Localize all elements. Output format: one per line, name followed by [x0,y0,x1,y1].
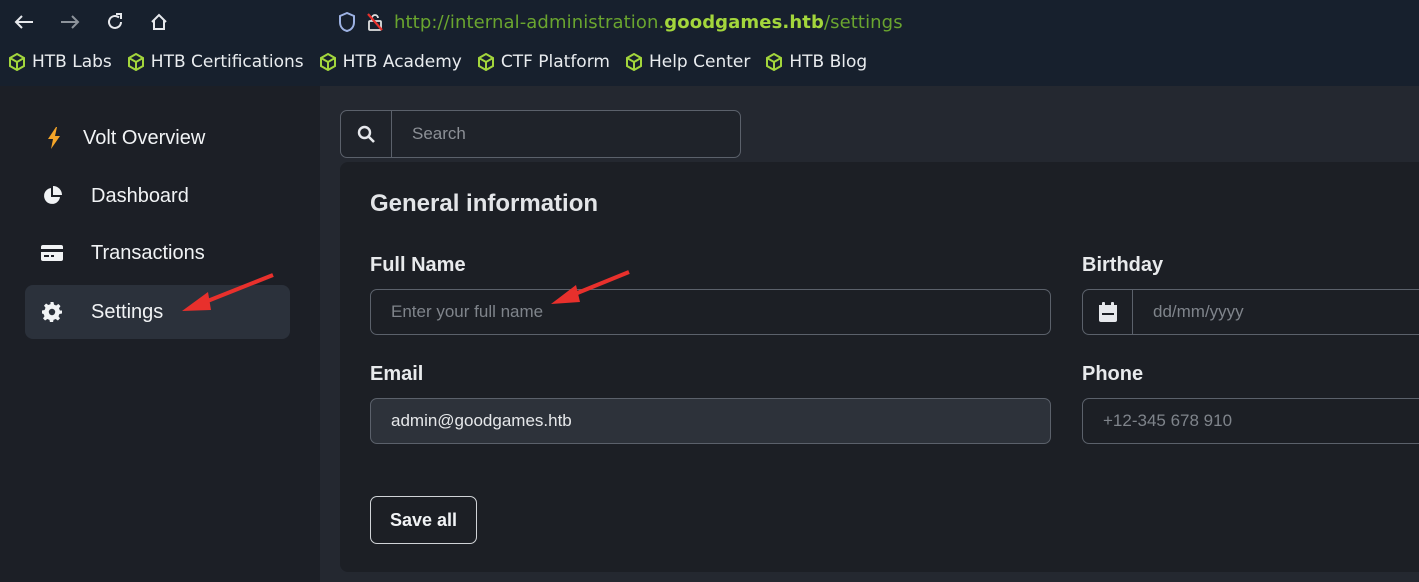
cube-icon [127,53,144,71]
sidebar-item-volt-overview[interactable]: Volt Overview [25,111,290,165]
bookmark-ctf-platform[interactable]: CTF Platform [477,52,610,72]
sidebar-item-label: Settings [91,300,164,323]
pie-chart-icon [41,185,63,207]
search-icon [357,125,375,143]
cube-icon [319,53,336,71]
bolt-icon [43,127,65,149]
shield-icon [339,12,355,32]
general-information-card: General information Full Name Birthday E… [340,162,1419,572]
cube-icon [477,53,494,71]
bookmark-label: CTF Platform [500,52,610,72]
reload-icon [108,13,122,29]
calendar-icon-container[interactable] [1083,289,1133,335]
search-input[interactable] [392,113,740,155]
sidebar-item-label: Transactions [91,241,205,264]
full-name-label: Full Name [370,254,466,276]
url-path: /settings [823,11,903,33]
bookmark-label: Help Center [648,52,751,72]
search-bar[interactable] [340,110,741,158]
sidebar-item-transactions[interactable]: Transactions [25,226,290,280]
bookmark-label: HTB Academy [342,52,462,72]
bookmark-help-center[interactable]: Help Center [625,52,750,72]
home-icon [151,13,167,30]
url-prefix: http://internal-administration. [394,11,665,33]
sidebar-item-label: Dashboard [91,184,189,207]
email-label: Email [370,363,424,385]
search-icon-container [341,111,392,157]
sidebar: Volt Overview Dashboard Transactions Set… [0,86,320,582]
sidebar-item-settings[interactable]: Settings [25,285,290,339]
sidebar-item-label: Volt Overview [83,126,206,149]
cube-icon [766,53,783,71]
bookmark-htb-labs[interactable]: HTB Labs [8,52,112,72]
home-button[interactable] [145,8,173,36]
reload-button[interactable] [101,8,129,36]
gear-icon [41,301,63,323]
phone-field[interactable] [1082,398,1419,444]
bookmark-htb-academy[interactable]: HTB Academy [319,52,462,72]
birthday-field[interactable] [1082,289,1419,335]
email-input[interactable] [371,410,1050,432]
bookmarks-bar: HTB Labs HTB Certifications HTB Academy … [8,52,882,72]
arrow-right-icon [61,15,80,29]
birthday-input[interactable] [1133,301,1419,323]
bookmark-htb-certifications[interactable]: HTB Certifications [127,52,304,72]
url-text[interactable]: http://internal-administration.goodgames… [394,12,903,33]
credit-card-icon [41,242,63,264]
browser-toolbar: http://internal-administration.goodgames… [0,0,1419,86]
sidebar-item-dashboard[interactable]: Dashboard [25,169,290,223]
bookmark-label: HTB Labs [32,52,112,72]
birthday-label: Birthday [1082,254,1164,276]
full-name-field[interactable] [370,289,1051,335]
back-button[interactable] [10,8,38,36]
cube-icon [625,53,642,71]
calendar-icon [1098,302,1117,322]
full-name-input[interactable] [371,301,1050,323]
save-all-button[interactable]: Save all [370,496,477,544]
phone-input[interactable] [1083,410,1419,432]
bookmark-htb-blog[interactable]: HTB Blog [765,52,867,72]
email-field[interactable] [370,398,1051,444]
main-content: General information Full Name Birthday E… [320,86,1419,582]
arrow-left-icon [14,15,33,29]
url-domain: goodgames.htb [664,11,824,33]
phone-label: Phone [1082,363,1144,385]
address-bar[interactable]: http://internal-administration.goodgames… [338,8,903,36]
cube-icon [9,53,25,71]
bookmark-label: HTB Blog [789,52,868,72]
bookmark-label: HTB Certifications [150,52,304,72]
forward-button[interactable] [56,8,84,36]
card-title: General information [370,190,599,217]
insecure-lock-icon[interactable] [366,12,384,32]
